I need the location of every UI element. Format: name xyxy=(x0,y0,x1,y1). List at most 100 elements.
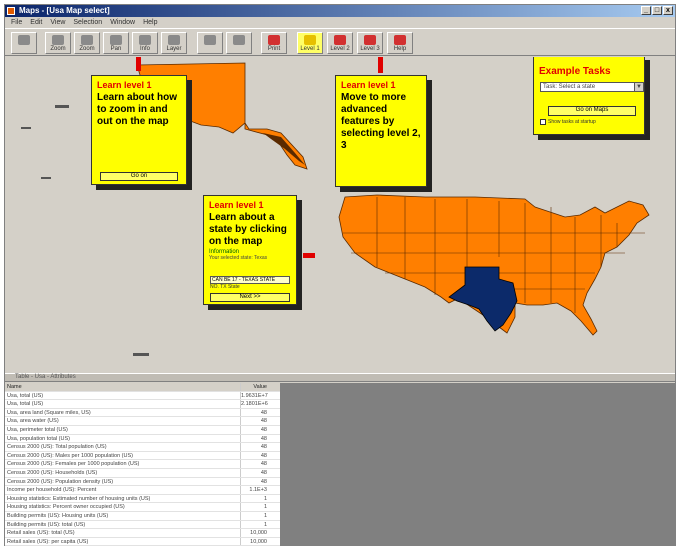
bottom-panel: Name Value Usa, total (US) 1.9631E+7 Usa, … xyxy=(5,383,675,546)
menu-window[interactable]: Window xyxy=(110,17,135,28)
cell-value: 48 xyxy=(260,426,267,433)
table-row[interactable]: Housing statistics: Estimated number of … xyxy=(5,494,280,504)
arrow-to-level-tool xyxy=(378,57,383,73)
menu-view[interactable]: View xyxy=(50,17,65,28)
table-row[interactable]: Building permits (US): Housing units (US… xyxy=(5,511,280,521)
table-row[interactable]: Usa, total (US) 1.9631E+7 xyxy=(5,391,280,401)
map-view[interactable]: Learn level 1 Learn about how to zoom in… xyxy=(5,57,675,373)
callout-state-text: Learn about a state by clicking on the m… xyxy=(209,212,287,247)
table-row[interactable]: Census 2000 (US): Population density (US… xyxy=(5,477,280,487)
callout-zoom-text: Learn about how to zoom in and out on th… xyxy=(97,92,177,127)
table-row[interactable]: Census 2000 (US): Males per 1000 populat… xyxy=(5,451,280,461)
startup-checkbox-label: Show tasks at startup xyxy=(548,119,596,125)
table-row[interactable]: Building permits (US): total (US) 1 xyxy=(5,520,280,530)
menu-help[interactable]: Help xyxy=(143,17,157,28)
callout-zoom-heading: Learn level 1 xyxy=(97,80,152,90)
callout-state-heading: Learn level 1 xyxy=(209,200,264,210)
cell-name: Housing statistics: Percent owner occupi… xyxy=(5,503,241,511)
table-row[interactable]: Usa, perimeter total (US) 48 xyxy=(5,425,280,435)
minimize-button[interactable]: _ xyxy=(641,6,651,15)
cell-name: Retail sales (US): per capita (US) xyxy=(5,537,241,546)
column-header-value[interactable]: Value xyxy=(241,383,269,391)
callout-zoom-button[interactable]: Go on xyxy=(100,172,178,181)
cell-name: Usa, area water (US) xyxy=(5,417,241,425)
table-row[interactable]: Usa, area land (Square miles, US) 48 xyxy=(5,408,280,418)
tasks-go-button[interactable]: Go on Maps xyxy=(548,106,636,116)
maximize-button[interactable]: □ xyxy=(652,6,662,15)
cell-value: 48 xyxy=(260,418,267,425)
table-row[interactable]: Census 2000 (US): Females per 1000 popul… xyxy=(5,460,280,469)
label-tool-button[interactable] xyxy=(226,32,252,54)
callout-features-heading: Learn level 1 xyxy=(341,80,396,90)
tasks-startup-option: Show tasks at startup xyxy=(540,119,596,125)
callout-state-selected: Your selected state: Texas xyxy=(209,255,268,261)
table-row[interactable]: Census 2000 (US): Total population (US) 4… xyxy=(5,443,280,452)
help-tool-button[interactable]: Help xyxy=(387,32,413,54)
close-button[interactable]: x xyxy=(663,6,673,15)
cell-name: Usa, total (US) xyxy=(5,400,241,408)
tasks-dropdown[interactable]: Task: Select a state ▼ xyxy=(540,82,644,92)
cell-value: 1.1E+3 xyxy=(249,487,267,494)
cell-value: 10,000 xyxy=(250,530,267,537)
layer-icon xyxy=(168,35,180,45)
zoom-out-tool-button[interactable]: Zoom xyxy=(74,32,100,54)
info-tool-button[interactable]: Info xyxy=(132,32,158,54)
info-icon xyxy=(139,35,151,45)
cell-value: 48 xyxy=(260,444,267,451)
cell-name: Usa, total (US) xyxy=(5,391,241,400)
island-fragment xyxy=(21,127,31,129)
callout-state-field[interactable]: CAN BE 17 - TEXAS STATE xyxy=(210,276,290,284)
label-icon xyxy=(233,35,245,45)
measure-tool-button[interactable] xyxy=(197,32,223,54)
table-pane-title: Table - Usa - Attributes xyxy=(15,374,76,380)
aleutian-islands xyxy=(55,105,69,108)
hand-icon xyxy=(110,35,122,45)
table-row[interactable]: Retail sales (US): per capita (US) 10,000 xyxy=(5,537,280,546)
table-row[interactable]: Census 2000 (US): Households (US) 48 xyxy=(5,468,280,478)
cell-name: Housing statistics: Estimated number of … xyxy=(5,494,241,503)
level-1-button[interactable]: Level 1 xyxy=(297,32,323,54)
cell-name: Census 2000 (US): Population density (US… xyxy=(5,477,241,486)
cell-value: 48 xyxy=(260,452,267,459)
table-row[interactable]: Usa, total (US) 2.1801E+6 xyxy=(5,400,280,409)
cell-name: Building permits (US): total (US) xyxy=(5,520,241,529)
level-2-icon xyxy=(334,35,346,45)
callout-state-field-2: NO. TX State xyxy=(210,284,240,290)
chevron-down-icon[interactable]: ▼ xyxy=(634,83,643,91)
island-fragment xyxy=(41,177,51,179)
menu-selection[interactable]: Selection xyxy=(73,17,102,28)
app-icon xyxy=(7,7,15,15)
table-row[interactable]: Income per household (US): Percent 1.1E+3 xyxy=(5,486,280,495)
print-tool-button[interactable]: Print xyxy=(261,32,287,54)
toolbar: Zoom Zoom Pan Info Layer Print Level 1 L… xyxy=(5,28,675,56)
cell-value: 1 xyxy=(263,495,267,502)
cell-value: 1 xyxy=(263,521,267,528)
zoom-in-tool-button[interactable]: Zoom xyxy=(45,32,71,54)
menu-file[interactable]: File xyxy=(11,17,22,28)
level-3-button[interactable]: Level 3 xyxy=(357,32,383,54)
tasks-dropdown-value: Task: Select a state xyxy=(543,84,596,90)
startup-checkbox[interactable] xyxy=(540,119,546,125)
attribute-table: Name Value Usa, total (US) 1.9631E+7 Usa, … xyxy=(5,383,281,546)
pan-tool-button[interactable]: Pan xyxy=(103,32,129,54)
menu-edit[interactable]: Edit xyxy=(30,17,42,28)
cell-name: Census 2000 (US): Households (US) xyxy=(5,468,241,477)
level-2-button[interactable]: Level 2 xyxy=(327,32,353,54)
cell-value: 2.1801E+6 xyxy=(241,401,268,408)
cell-name: Retail sales (US): total (US) xyxy=(5,529,241,537)
table-row[interactable]: Usa, area water (US) 48 xyxy=(5,417,280,426)
panel-splitter[interactable]: Table - Usa - Attributes xyxy=(5,373,675,382)
cell-value: 48 xyxy=(260,409,267,416)
zoom-in-icon xyxy=(52,35,64,45)
layer-tool-button[interactable]: Layer xyxy=(161,32,187,54)
table-row[interactable]: Housing statistics: Percent owner occupi… xyxy=(5,503,280,512)
zoom-out-icon xyxy=(81,35,93,45)
title-bar[interactable]: Maps - [Usa Map select] _ □ x xyxy=(5,5,675,17)
select-tool-button[interactable] xyxy=(11,32,37,54)
help-icon xyxy=(394,35,406,45)
table-row[interactable]: Retail sales (US): total (US) 10,000 xyxy=(5,529,280,538)
callout-state-next-button[interactable]: Next >> xyxy=(210,293,290,302)
column-header-name[interactable]: Name xyxy=(5,383,241,391)
callout-tasks: Example Tasks Task: Select a state ▼ Go … xyxy=(533,57,645,135)
table-row[interactable]: Usa, population total (US) 48 xyxy=(5,434,280,444)
